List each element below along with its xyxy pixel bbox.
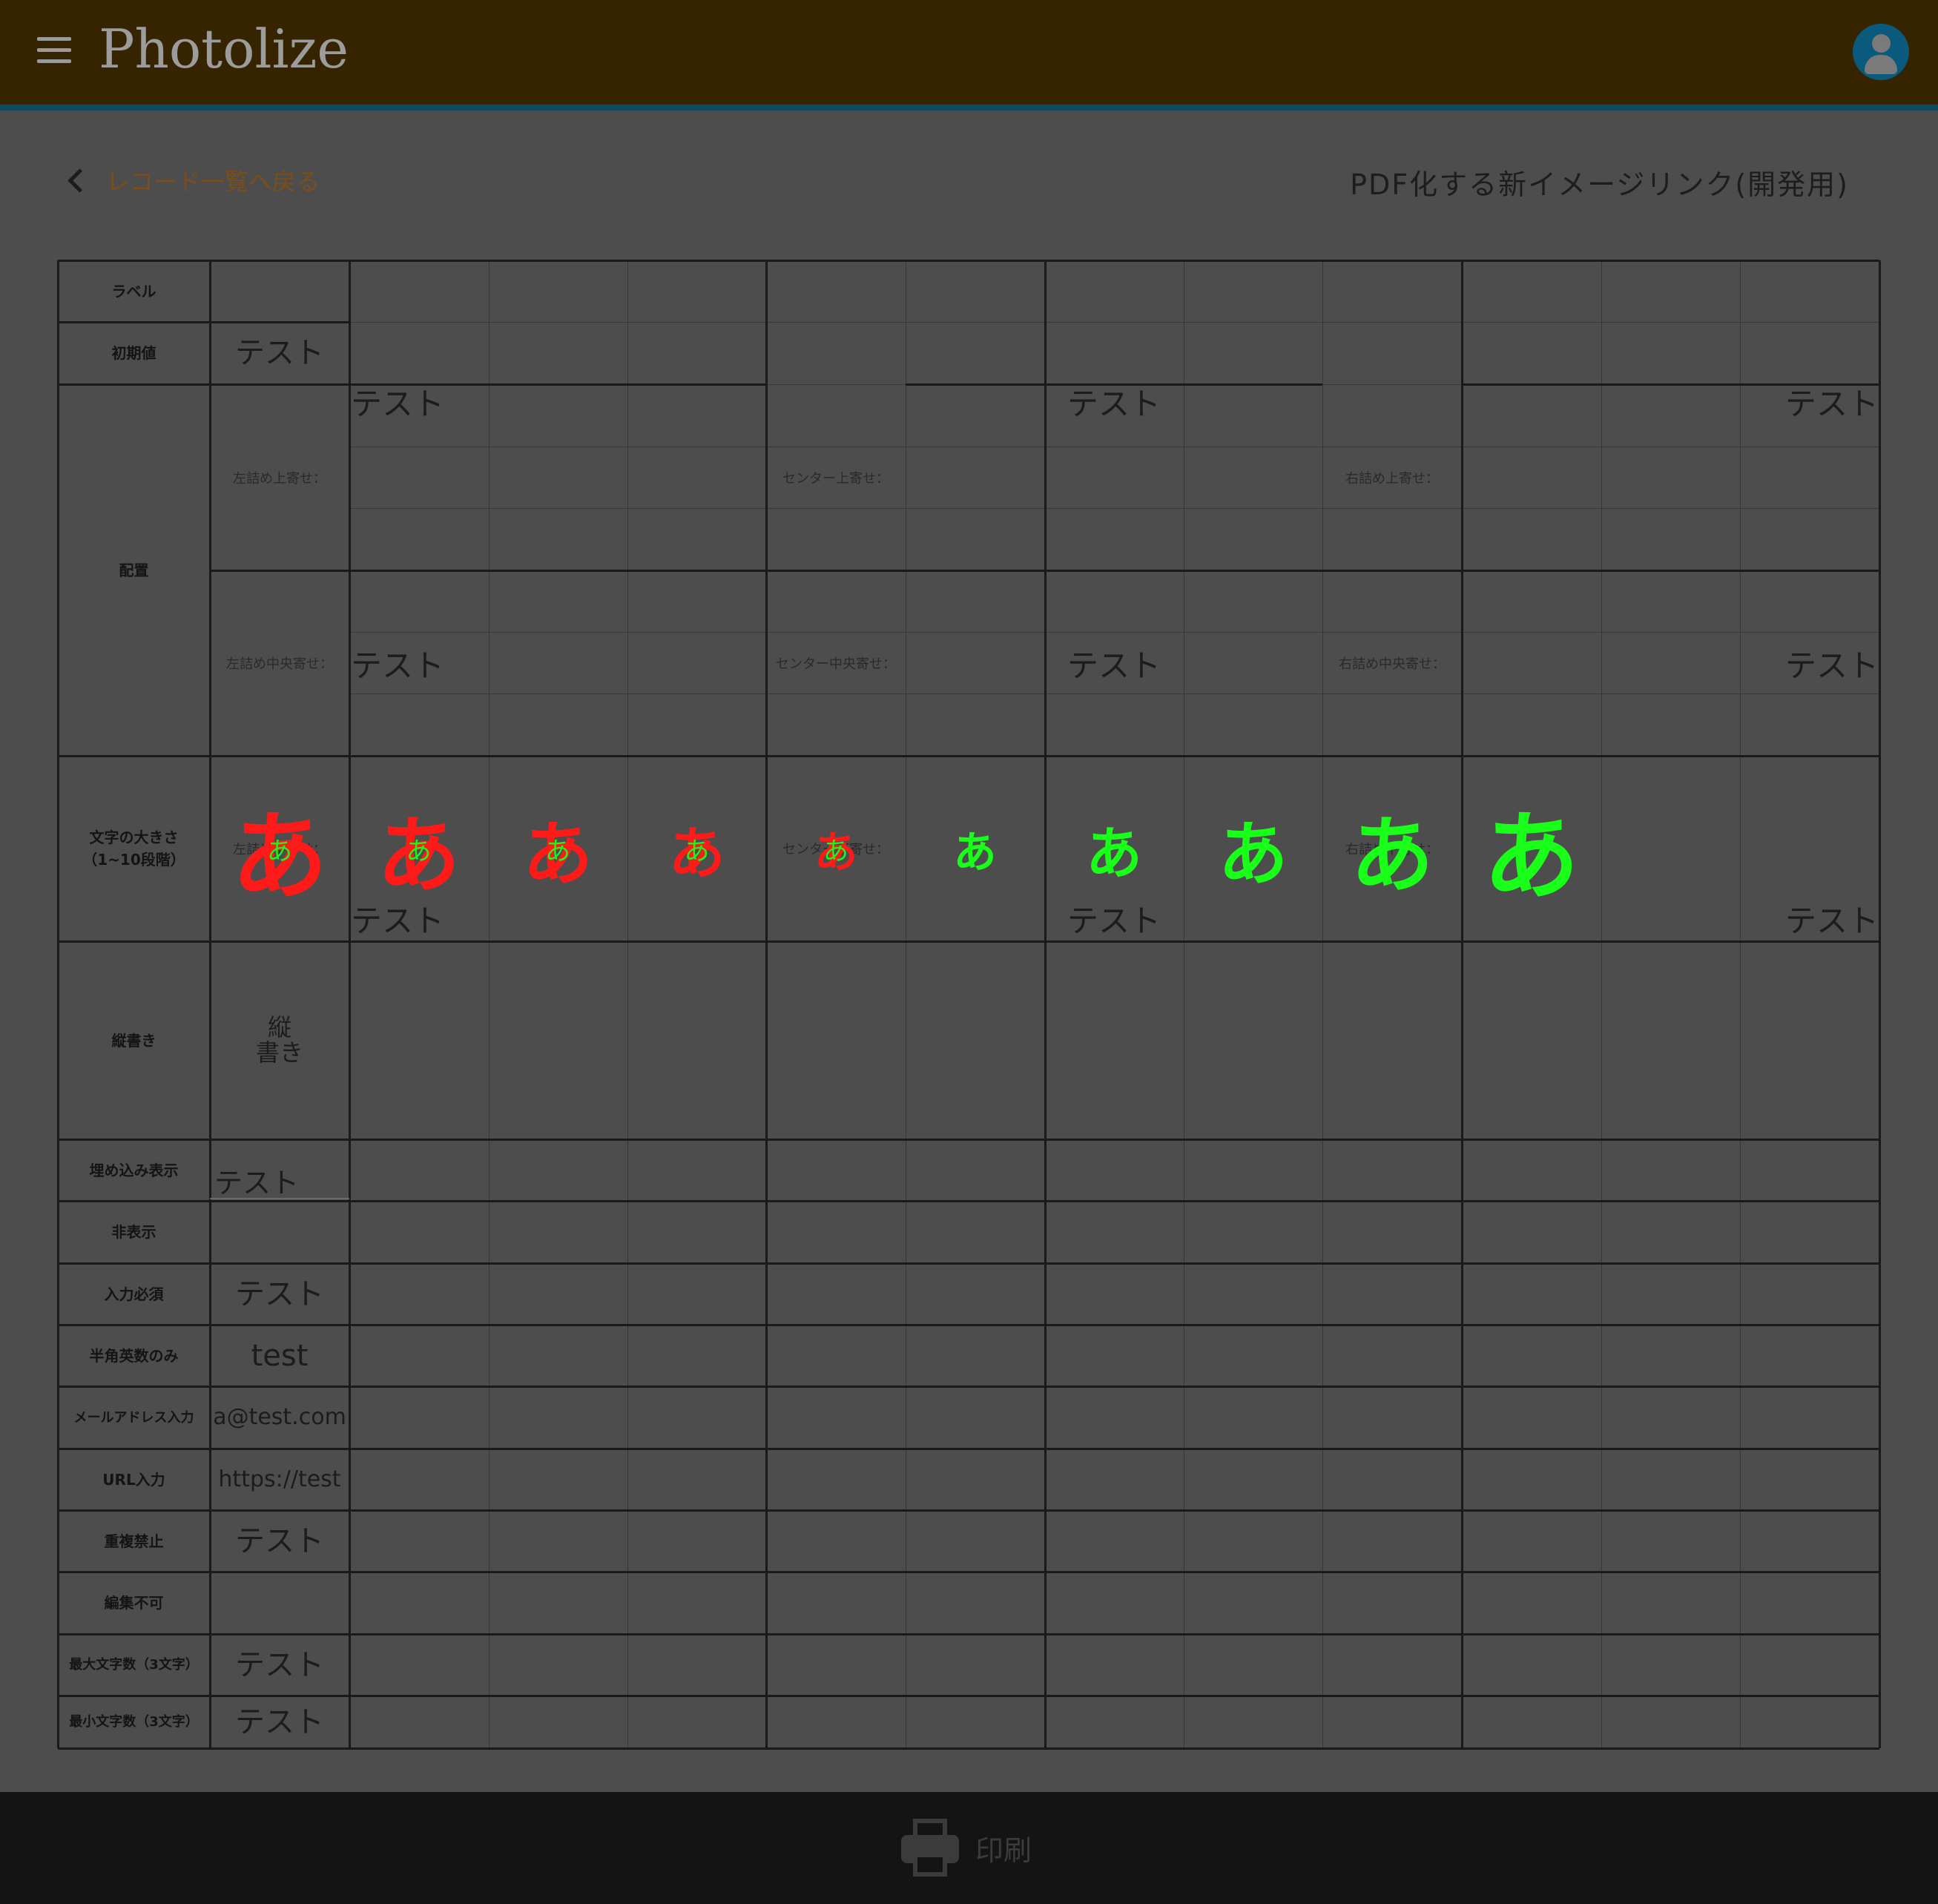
grid-line bbox=[349, 322, 1879, 323]
size-sample-glyph-overlay: あ bbox=[406, 836, 432, 866]
value-initial: テスト bbox=[235, 336, 324, 370]
layout-label-left_mid: 左詰め中央寄せ： bbox=[226, 656, 333, 672]
app-header: Photolize bbox=[0, 0, 1938, 111]
row-label-embed: 埋め込み表示 bbox=[89, 1161, 179, 1179]
row-label-label: ラベル bbox=[111, 282, 156, 300]
sample-center-mid: テスト bbox=[1067, 647, 1161, 684]
user-account-icon[interactable] bbox=[1853, 24, 1909, 80]
print-button[interactable]: 印刷 bbox=[900, 1814, 1048, 1881]
grid-line bbox=[349, 1324, 1879, 1326]
row-label-nodup: 重複禁止 bbox=[104, 1532, 164, 1550]
grid-line bbox=[349, 1262, 1879, 1265]
printer-icon bbox=[900, 1817, 960, 1878]
grid-line bbox=[349, 1386, 1879, 1388]
grid-line bbox=[58, 260, 1879, 262]
row-label-size: 文字の大きさ （1~10段階） bbox=[82, 829, 185, 869]
value-minlen: テスト bbox=[235, 1704, 324, 1739]
row-label-halfwidth: 半角英数のみ bbox=[89, 1346, 179, 1365]
grid-line bbox=[349, 1571, 1879, 1573]
row-label-hidden: 非表示 bbox=[111, 1223, 156, 1241]
value-embed: テスト bbox=[214, 1169, 300, 1199]
size-sample-glyph-overlay: あ bbox=[823, 836, 848, 866]
grid-line bbox=[349, 1695, 1879, 1697]
row-label-vertical: 縦書き bbox=[111, 1031, 156, 1050]
grid-line bbox=[1601, 260, 1602, 1748]
layout-label-right_mid: 右詰め中央寄せ： bbox=[1339, 656, 1446, 672]
embed-underline bbox=[210, 1198, 349, 1199]
value-email: a@test.com bbox=[213, 1404, 346, 1431]
hamburger-menu-icon[interactable] bbox=[37, 37, 71, 64]
back-to-records-link[interactable]: レコード一覧へ戻る bbox=[65, 163, 320, 197]
chevron-left-icon bbox=[67, 168, 92, 193]
size-sample-glyph-overlay: あ bbox=[545, 836, 570, 866]
form-preview-grid: ラベル初期値配置文字の大きさ （1~10段階） 縦書き埋め込み表示 非表示入力必須半… bbox=[57, 260, 1881, 1750]
grid-line bbox=[489, 260, 490, 1748]
row-label-email: メールアドレス入力 bbox=[73, 1409, 194, 1426]
grid-line bbox=[349, 1633, 1879, 1635]
value-url: https://test bbox=[218, 1466, 341, 1492]
layout-label-center_mid: センター中央寄せ： bbox=[776, 656, 896, 672]
print-label: 印刷 bbox=[975, 1834, 1032, 1867]
value-maxlen: テスト bbox=[235, 1647, 324, 1682]
row-label-maxlen: 最大文字数（3文字） bbox=[69, 1657, 199, 1673]
grid-line bbox=[349, 1509, 1879, 1512]
grid-line bbox=[349, 1139, 1879, 1141]
sample-right-mid: テスト bbox=[1784, 647, 1879, 684]
grid-line bbox=[1740, 260, 1741, 1748]
row-label-readonly: 編集不可 bbox=[104, 1594, 164, 1612]
row-label-initial: 初期値 bbox=[111, 344, 156, 362]
value-vertical: 縦 書き bbox=[255, 1012, 303, 1067]
grid-line bbox=[627, 260, 628, 1748]
sample-right-top: テスト bbox=[1784, 386, 1879, 422]
sample-left-top: テスト bbox=[351, 386, 445, 422]
size-sample-glyph-overlay: あ bbox=[684, 836, 710, 866]
layout-label-left_top: 左詰め上寄せ： bbox=[233, 470, 326, 487]
app-title: Photolize bbox=[99, 18, 349, 80]
row-label-url: URL入力 bbox=[102, 1470, 165, 1489]
grid-line bbox=[349, 508, 1879, 509]
value-nodup: テスト bbox=[235, 1523, 324, 1558]
value-required: テスト bbox=[235, 1277, 324, 1311]
layout-label-center_top: センター上寄せ： bbox=[782, 470, 889, 487]
grid-line bbox=[349, 1448, 1879, 1450]
grid-line bbox=[349, 1200, 1879, 1202]
row-label-required: 入力必須 bbox=[104, 1285, 164, 1303]
row-label-minlen: 最小文字数（3文字） bbox=[69, 1714, 199, 1730]
back-link-label: レコード一覧へ戻る bbox=[106, 168, 320, 196]
size-sample-glyph-overlay: あ bbox=[267, 836, 292, 866]
grid-line bbox=[1879, 260, 1881, 1748]
row-label-layout: 配置 bbox=[119, 561, 149, 579]
sample-left-mid: テスト bbox=[351, 647, 445, 684]
page-title: PDF化する新イメージリンク(開発用) bbox=[1350, 168, 1849, 201]
sample-center-top: テスト bbox=[1067, 386, 1161, 422]
layout-label-right_top: 右詰め上寄せ： bbox=[1345, 470, 1439, 487]
grid-line bbox=[1044, 260, 1047, 1748]
value-halfwidth: test bbox=[251, 1338, 309, 1373]
